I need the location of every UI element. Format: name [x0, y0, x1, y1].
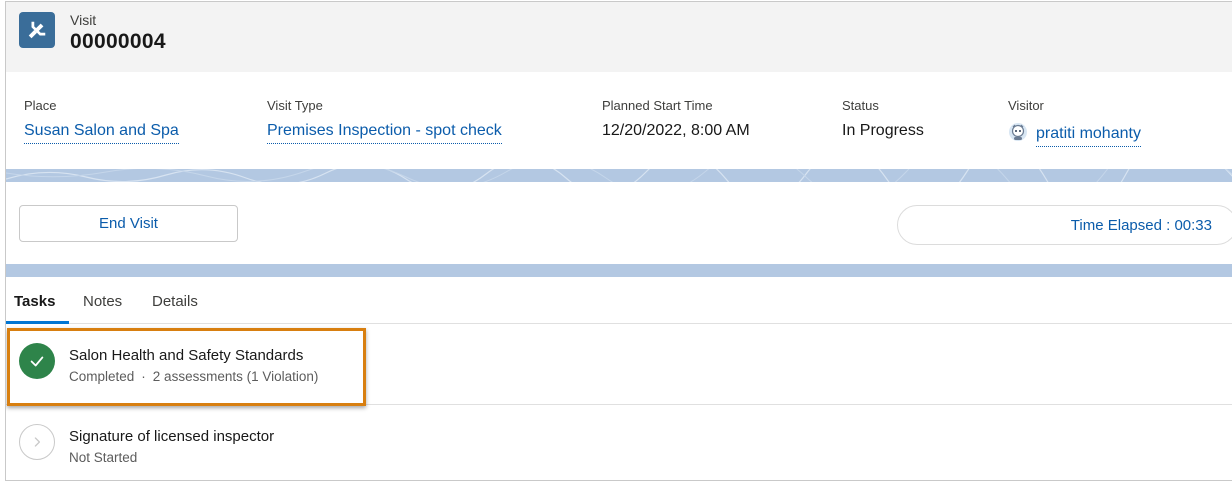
task-status: Completed: [69, 369, 135, 384]
task-item[interactable]: Signature of licensed inspector Not Star…: [6, 406, 1232, 480]
planned-start-value: 12/20/2022, 8:00 AM: [602, 122, 750, 139]
visit-record-page: Visit 00000004 Place Susan Salon and Spa…: [5, 1, 1232, 481]
astro-avatar-icon: [1008, 122, 1028, 142]
status-value: In Progress: [842, 122, 924, 139]
time-elapsed-pill: Time Elapsed : 00:33: [897, 205, 1232, 245]
chevron-right-icon: [19, 424, 55, 460]
action-area: End Visit Time Elapsed : 00:33: [6, 182, 1232, 264]
task-meta: Completed · 2 assessments (1 Violation): [69, 369, 318, 384]
decorative-band: [6, 264, 1232, 277]
tab-details[interactable]: Details: [152, 293, 198, 310]
time-elapsed-text: Time Elapsed : 00:33: [1070, 217, 1212, 234]
wrench-icon: [19, 12, 55, 48]
end-visit-button[interactable]: End Visit: [19, 205, 238, 242]
field-planned-start: Planned Start Time 12/20/2022, 8:00 AM: [602, 98, 750, 140]
active-tab-indicator: [6, 321, 69, 324]
tab-notes[interactable]: Notes: [83, 293, 122, 310]
record-name: 00000004: [70, 30, 166, 53]
field-visit-type: Visit Type Premises Inspection - spot ch…: [267, 98, 502, 144]
tab-tasks[interactable]: Tasks: [14, 293, 55, 310]
field-label: Status: [842, 98, 879, 113]
field-label: Place: [24, 98, 57, 113]
decorative-band: [6, 169, 1232, 182]
task-status: Not Started: [69, 450, 138, 465]
tab-bar: Tasks Notes Details: [6, 277, 1232, 324]
task-detail: 2 assessments (1 Violation): [152, 369, 319, 384]
task-title: Signature of licensed inspector: [69, 428, 275, 445]
visitor-link[interactable]: pratiti mohanty: [1036, 125, 1141, 147]
visit-type-link[interactable]: Premises Inspection - spot check: [267, 122, 502, 144]
check-icon: [19, 343, 55, 379]
separator-dot: ·: [141, 369, 146, 384]
task-item[interactable]: Salon Health and Safety Standards Comple…: [6, 325, 1232, 405]
field-label: Planned Start Time: [602, 98, 713, 113]
record-header: Visit 00000004: [6, 2, 1232, 72]
field-label: Visitor: [1008, 98, 1044, 113]
field-status: Status In Progress: [842, 98, 924, 140]
field-label: Visit Type: [267, 98, 323, 113]
task-title: Salon Health and Safety Standards: [69, 347, 304, 364]
object-label: Visit: [70, 12, 97, 28]
highlights-panel: Place Susan Salon and Spa Visit Type Pre…: [6, 72, 1232, 169]
place-link[interactable]: Susan Salon and Spa: [24, 122, 179, 144]
field-visitor: Visitor pratiti mohanty: [1008, 98, 1141, 147]
field-place: Place Susan Salon and Spa: [24, 98, 179, 144]
